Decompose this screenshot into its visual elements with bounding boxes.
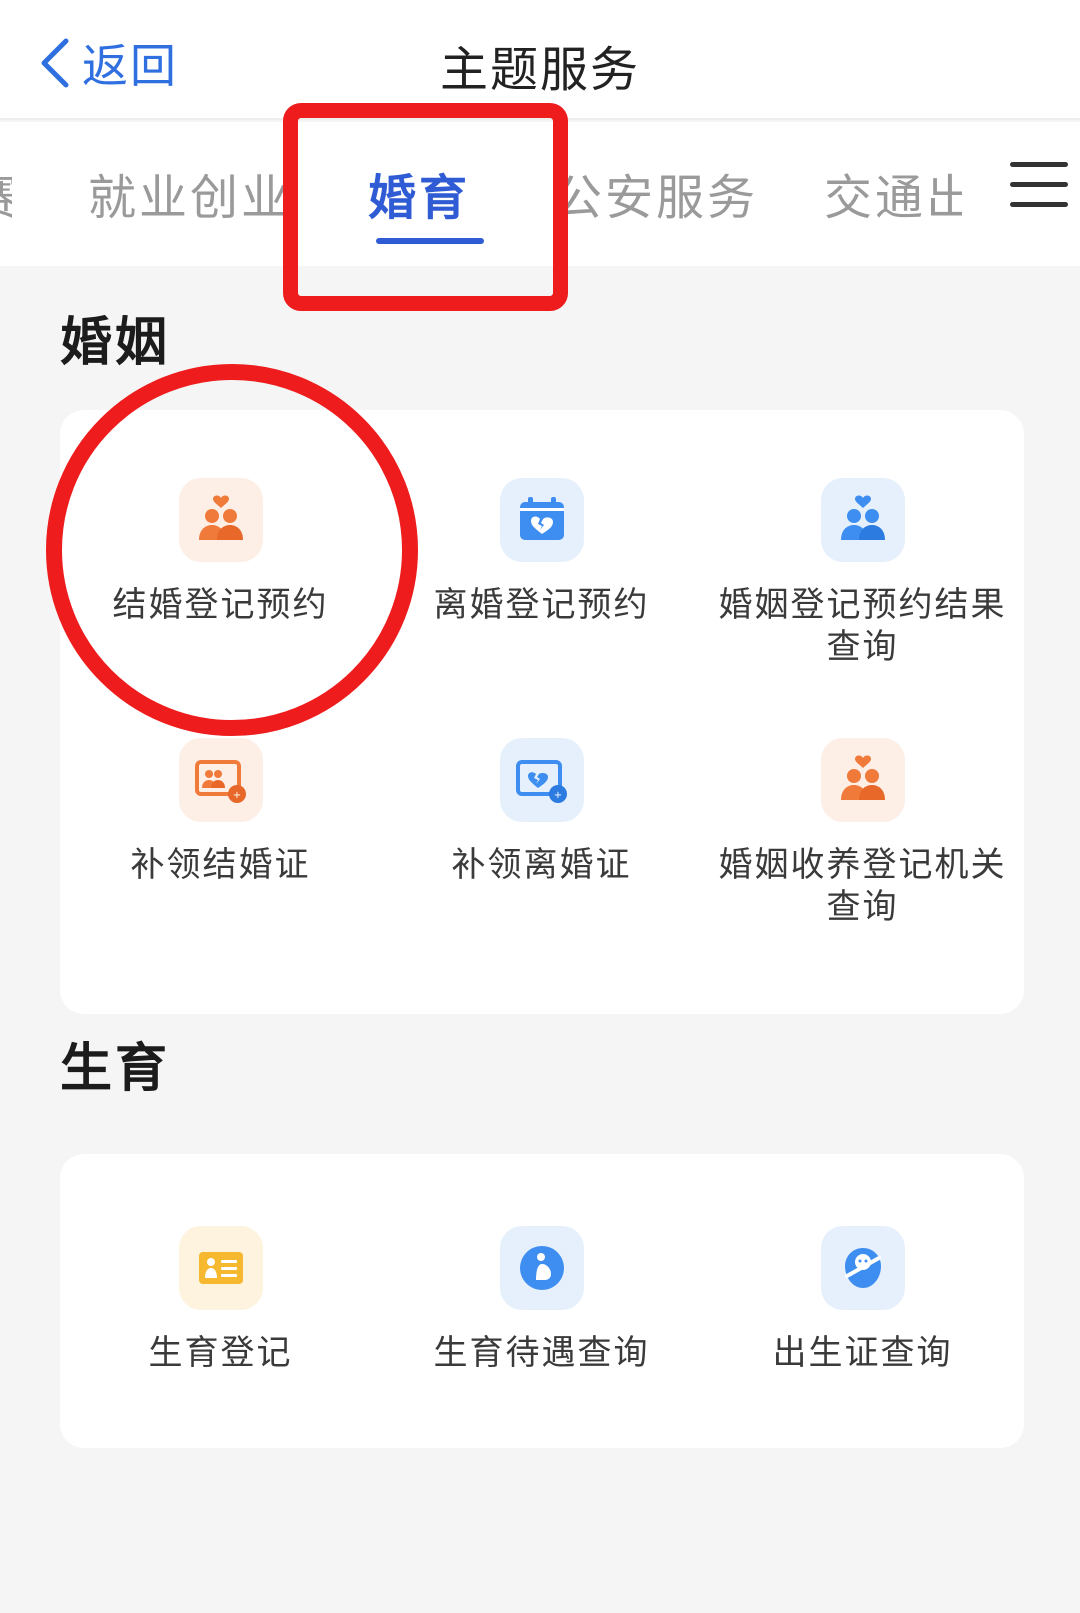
service-label: 出生证查询 (772, 1333, 953, 1373)
svg-text:+: + (553, 790, 561, 801)
couple-heart-icon (178, 478, 263, 562)
tab-employment[interactable]: 就业创业 (88, 158, 284, 228)
service-maternity-benefit-query[interactable]: 生育待遇查询 (381, 1226, 702, 1374)
active-tab-indicator (376, 238, 484, 244)
tab-marriage-birth[interactable]: 婚育 (368, 158, 470, 228)
service-label: 生育待遇查询 (433, 1333, 650, 1373)
service-label: 婚姻登记预约结果查询 (718, 585, 1007, 667)
tab-transport[interactable]: 交通出行 (824, 158, 962, 228)
service-reissue-divorce-certificate[interactable]: + 补领离婚证 (381, 738, 702, 886)
tab-public-security[interactable]: 公安服务 (554, 158, 764, 228)
service-label: 离婚登记预约 (433, 585, 650, 625)
marriage-services-card: 结婚登记预约 离婚登记预约 婚姻登记预约结果查询 + 补领结婚证 + 补领离婚证… (60, 410, 1024, 1014)
service-marriage-booking-result-query[interactable]: 婚姻登记预约结果查询 (702, 478, 1023, 668)
service-label: 婚姻收养登记机关查询 (718, 845, 1007, 927)
menu-icon[interactable] (1010, 162, 1068, 212)
calendar-broken-heart-icon (499, 478, 584, 562)
tab-partial-left[interactable]: 赛 (0, 158, 12, 228)
service-registration-office-query[interactable]: 婚姻收养登记机关查询 (702, 738, 1023, 928)
marriage-certificate-reissue-icon: + (178, 738, 263, 822)
couple-heart-icon (820, 478, 905, 562)
svg-text:+: + (232, 790, 240, 801)
page-title: 主题服务 (439, 42, 640, 98)
page: 返回 主题服务 赛 就业创业 婚育 公安服务 交通出行 婚姻 (0, 0, 1080, 1613)
service-birth-registration[interactable]: 生育登记 (60, 1226, 381, 1374)
service-marriage-registration-booking[interactable]: 结婚登记预约 (60, 478, 381, 626)
birth-certificate-baby-icon (820, 1226, 905, 1310)
birth-services-card: 生育登记 生育待遇查询 出生证查询 (60, 1154, 1024, 1448)
service-reissue-marriage-certificate[interactable]: + 补领结婚证 (60, 738, 381, 886)
service-birth-certificate-query[interactable]: 出生证查询 (702, 1226, 1023, 1374)
service-label: 生育登记 (148, 1333, 293, 1373)
section-title-marriage: 婚姻 (60, 313, 171, 373)
couple-heart-icon (820, 738, 905, 822)
section-title-birth: 生育 (60, 1039, 171, 1099)
service-label: 补领结婚证 (130, 845, 311, 885)
topic-tab-bar: 赛 就业创业 婚育 公安服务 交通出行 (0, 122, 1080, 266)
service-label: 结婚登记预约 (112, 585, 329, 625)
pregnant-woman-icon (499, 1226, 584, 1310)
service-label: 补领离婚证 (451, 845, 632, 885)
service-divorce-registration-booking[interactable]: 离婚登记预约 (381, 478, 702, 626)
top-bar: 返回 主题服务 (0, 0, 1080, 120)
divorce-certificate-reissue-icon: + (499, 738, 584, 822)
birth-registration-card-icon (178, 1226, 263, 1310)
